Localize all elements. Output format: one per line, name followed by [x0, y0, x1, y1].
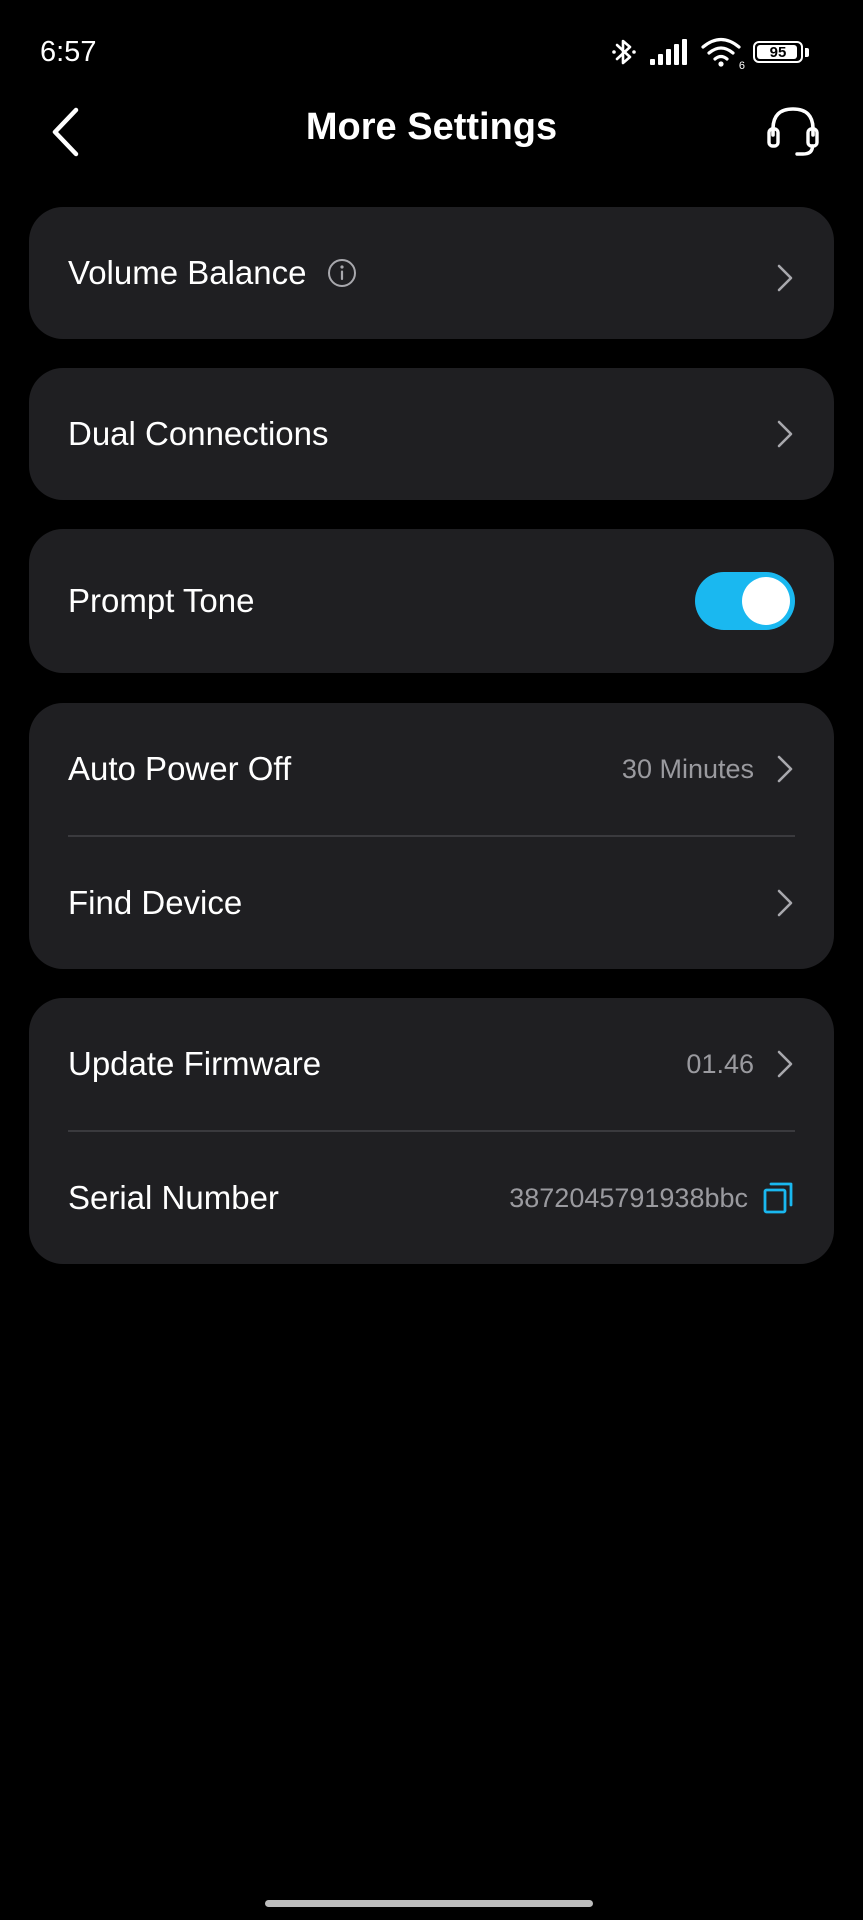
header: More Settings	[0, 92, 863, 172]
chevron-right-icon	[777, 755, 793, 783]
headset-icon	[767, 107, 819, 156]
firmware-version: 01.46	[686, 1048, 754, 1079]
auto-power-off-row[interactable]: Auto Power Off 30 Minutes	[29, 703, 834, 835]
battery-level: 95	[769, 43, 787, 61]
prompt-tone-label: Prompt Tone	[68, 582, 255, 619]
status-bar: 6:57 6 95	[0, 0, 863, 104]
prompt-tone-card: Prompt Tone	[29, 529, 834, 673]
chevron-right-icon	[777, 889, 793, 917]
chevron-right-icon	[777, 264, 793, 292]
bluetooth-icon	[612, 39, 636, 65]
update-firmware-row[interactable]: Update Firmware 01.46	[29, 998, 834, 1130]
chevron-right-icon	[777, 420, 793, 448]
serial-number-label: Serial Number	[68, 1179, 279, 1216]
support-button[interactable]	[761, 100, 825, 164]
volume-balance-card: Volume Balance	[29, 207, 834, 339]
copy-icon[interactable]	[762, 1181, 794, 1215]
toggle-knob	[742, 577, 790, 625]
battery-icon: 95	[753, 41, 803, 63]
dual-connections-card: Dual Connections	[29, 368, 834, 500]
info-icon[interactable]	[327, 258, 357, 288]
find-device-label: Find Device	[68, 884, 243, 921]
serial-number-row: Serial Number 3872045791938bbc	[29, 1132, 834, 1264]
device-info-card: Update Firmware 01.46 Serial Number 3872…	[29, 998, 834, 1264]
prompt-tone-row: Prompt Tone	[29, 529, 834, 673]
status-time: 6:57	[40, 36, 97, 68]
find-device-row[interactable]: Find Device	[29, 837, 834, 969]
update-firmware-label: Update Firmware	[68, 1045, 322, 1082]
chevron-right-icon	[777, 1050, 793, 1078]
battery-tip	[805, 47, 809, 57]
volume-balance-label: Volume Balance	[68, 254, 307, 291]
auto-power-off-label: Auto Power Off	[68, 750, 292, 787]
prompt-tone-toggle[interactable]	[695, 572, 795, 630]
status-icons: 6 95	[611, 34, 809, 72]
page-title: More Settings	[305, 106, 558, 148]
home-indicator[interactable]	[265, 1900, 593, 1907]
auto-power-off-value: 30 Minutes	[621, 753, 754, 784]
wifi-badge: 6	[738, 60, 745, 72]
dual-connections-label: Dual Connections	[68, 415, 329, 452]
serial-number-value: 3872045791938bbc	[509, 1182, 748, 1213]
dual-connections-row[interactable]: Dual Connections	[29, 368, 834, 500]
signal-icon	[650, 39, 687, 65]
power-card: Auto Power Off 30 Minutes Find Device	[29, 703, 834, 969]
volume-balance-row[interactable]: Volume Balance	[29, 207, 834, 339]
wifi-icon: 6	[701, 36, 745, 72]
